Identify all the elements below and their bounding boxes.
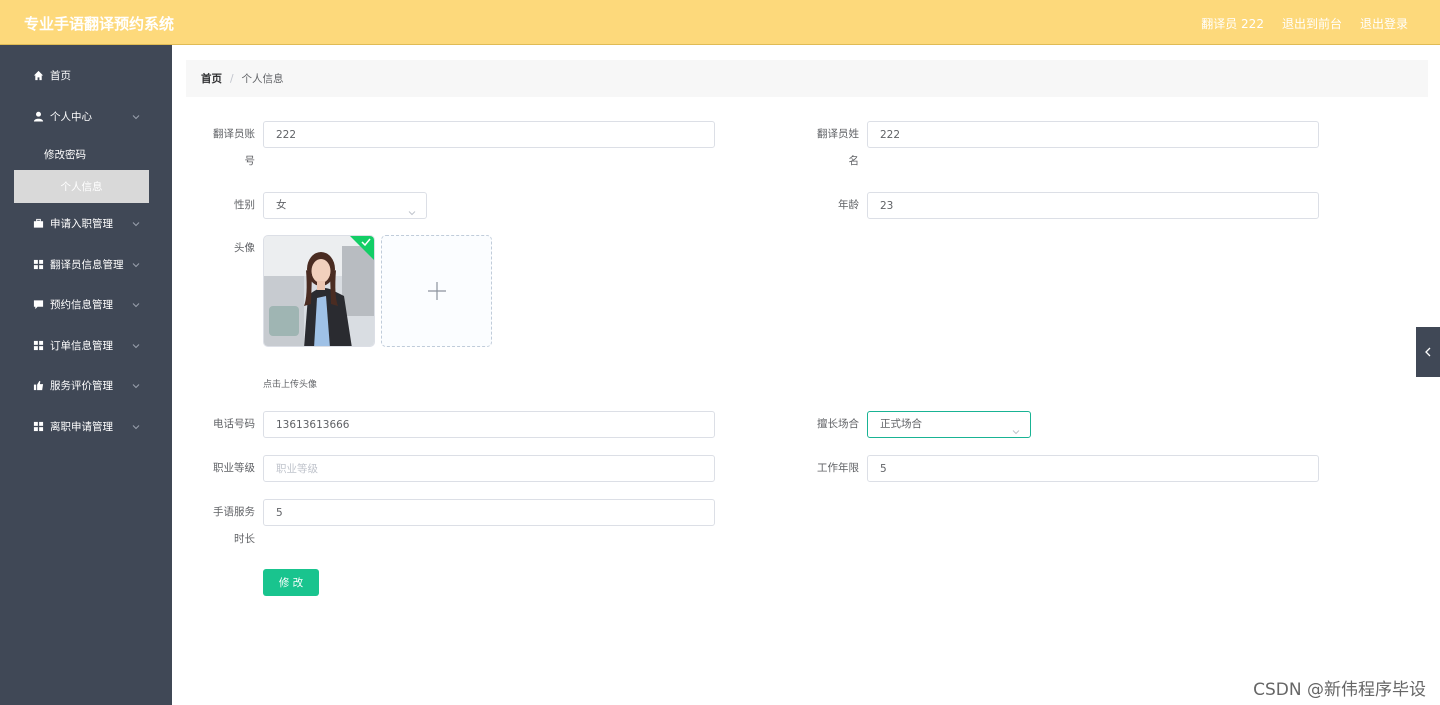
service-label: 手语服务 (213, 506, 255, 518)
upload-tip: 点击上传头像 (263, 380, 318, 390)
chevron-down-icon (132, 300, 140, 308)
chevron-down-icon (132, 381, 140, 389)
check-icon (350, 236, 374, 260)
watermark: CSDN @新伟程序毕设 (1253, 680, 1426, 700)
service-input[interactable] (263, 499, 715, 526)
chevron-down-icon (132, 219, 140, 227)
home-icon (32, 69, 44, 81)
level-label: 职业等级 (213, 462, 255, 474)
chevron-down-icon (408, 202, 416, 216)
sidebar-subitem-change-password[interactable]: 修改密码 (44, 147, 86, 162)
name-label: 翻译员姓 (817, 128, 859, 140)
sidebar-item-label: 服务评价管理 (50, 379, 113, 392)
avatar[interactable] (263, 235, 375, 347)
sidebar-item-label: 订单信息管理 (50, 339, 113, 352)
sidebar-item-order-info[interactable]: 订单信息管理 (0, 331, 172, 359)
chat-icon (32, 298, 44, 310)
service-label-cont: 时长 (234, 533, 255, 545)
sidebar-item-personal-center[interactable]: 个人中心 (0, 102, 172, 130)
account-input[interactable] (263, 121, 715, 148)
sidebar-item-label: 个人中心 (50, 110, 92, 123)
user-icon (32, 110, 44, 122)
name-label-cont: 名 (848, 155, 860, 167)
gender-label: 性别 (234, 199, 255, 211)
age-label: 年龄 (838, 199, 859, 211)
chevron-left-icon (1425, 347, 1431, 357)
breadcrumb: 首页 / 个人信息 (186, 60, 1428, 97)
sidebar-item-booking-info[interactable]: 预约信息管理 (0, 290, 172, 318)
years-label: 工作年限 (817, 462, 859, 474)
age-input[interactable] (867, 192, 1319, 219)
thumb-icon (32, 379, 44, 391)
chevron-down-icon (132, 422, 140, 430)
sidebar-item-resign[interactable]: 离职申请管理 (0, 412, 172, 440)
sidebar: 首页 个人中心 修改密码 个人信息 申请入职管理 翻译员信息管理 预约信息管理 … (0, 45, 172, 705)
specialty-label: 擅长场合 (817, 418, 859, 430)
phone-label: 电话号码 (213, 418, 255, 430)
name-input[interactable] (867, 121, 1319, 148)
submit-button[interactable]: 修 改 (263, 569, 319, 596)
chevron-down-icon (132, 260, 140, 268)
gender-select-value: 女 (276, 199, 287, 211)
grid-icon (32, 420, 44, 432)
account-label: 翻译员账 (213, 128, 255, 140)
breadcrumb-separator: / (230, 72, 234, 85)
front-link[interactable]: 退出到前台 (1282, 15, 1342, 32)
sidebar-item-service-review[interactable]: 服务评价管理 (0, 371, 172, 399)
grid-icon (32, 339, 44, 351)
app-title: 专业手语翻译预约系统 (24, 15, 175, 33)
breadcrumb-home[interactable]: 首页 (201, 71, 222, 86)
sidebar-item-label: 离职申请管理 (50, 420, 113, 433)
sidebar-item-translator-info[interactable]: 翻译员信息管理 (0, 250, 172, 278)
chevron-down-icon (132, 112, 140, 120)
specialty-select[interactable]: 正式场合 (867, 411, 1031, 438)
sidebar-item-label: 翻译员信息管理 (50, 258, 124, 271)
top-header: 专业手语翻译预约系统 翻译员 222 退出到前台 退出登录 (0, 0, 1440, 45)
top-links: 翻译员 222 退出到前台 退出登录 (1201, 15, 1408, 32)
logout-link[interactable]: 退出登录 (1360, 15, 1408, 32)
phone-input[interactable] (263, 411, 715, 438)
sidebar-item-home[interactable]: 首页 (0, 61, 172, 89)
breadcrumb-current: 个人信息 (241, 73, 284, 85)
grid-icon (32, 258, 44, 270)
specialty-select-value: 正式场合 (880, 418, 922, 430)
user-label: 翻译员 222 (1201, 17, 1264, 31)
chevron-down-icon (1012, 421, 1020, 435)
level-input[interactable] (263, 455, 715, 482)
chevron-down-icon (132, 341, 140, 349)
plus-icon (428, 282, 446, 300)
sidebar-subitem-personal-info[interactable]: 个人信息 (14, 170, 149, 203)
gender-select[interactable]: 女 (263, 192, 427, 219)
sidebar-item-label: 首页 (50, 69, 71, 82)
briefcase-icon (32, 217, 44, 229)
avatar-label: 头像 (234, 242, 255, 254)
upload-avatar-button[interactable] (381, 235, 492, 347)
account-label-cont: 号 (244, 155, 256, 167)
sidebar-item-apply[interactable]: 申请入职管理 (0, 209, 172, 237)
drawer-toggle-button[interactable] (1416, 327, 1440, 377)
years-input[interactable] (867, 455, 1319, 482)
sidebar-item-label: 预约信息管理 (50, 298, 113, 311)
sidebar-item-label: 申请入职管理 (50, 217, 113, 230)
